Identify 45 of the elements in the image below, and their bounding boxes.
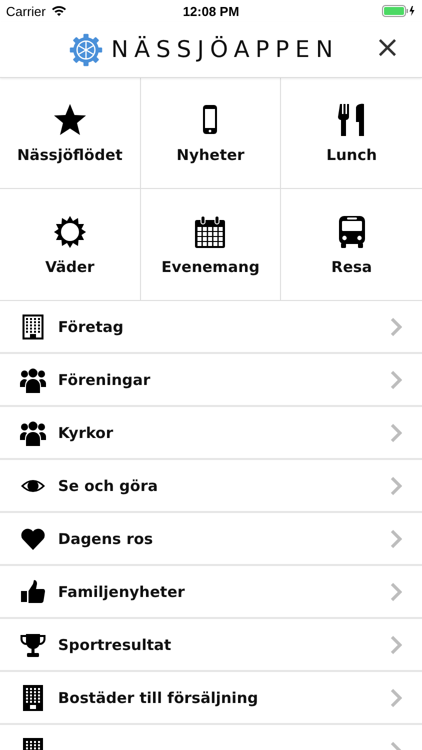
menu-label: Företag [58, 318, 124, 336]
thumbs-up-icon [20, 578, 46, 604]
menu-row[interactable]: Företag [0, 301, 422, 354]
chevron-right-icon [390, 634, 402, 654]
chevron-right-icon [390, 316, 402, 336]
menu-tile[interactable]: Evenemang [140, 189, 282, 300]
menu-label: Sportresultat [58, 636, 172, 654]
menu-label: Föreningar [58, 370, 150, 388]
menu-row[interactable]: Föreningar [0, 354, 422, 407]
sun-icon [52, 214, 88, 250]
menu-label: Dagens ros [58, 530, 153, 548]
chevron-right-icon [390, 582, 402, 602]
menu-row[interactable]: Sportresultat [0, 619, 422, 672]
app-title: NÄSSJÖAPPEN [111, 36, 339, 62]
menu-row[interactable]: Se och göra [0, 460, 422, 513]
chevron-right-icon [390, 476, 402, 496]
menu-tile[interactable]: Lunch [281, 78, 422, 189]
menu-label: Kyrkor [58, 424, 114, 442]
menu-label: Familjenyheter [58, 582, 185, 600]
menu-label: Se och göra [58, 476, 158, 494]
menu-row[interactable]: Kyrkor [0, 407, 422, 460]
wheel-logo-icon [69, 32, 104, 66]
chevron-right-icon [390, 688, 402, 708]
menu-row[interactable]: Bostäder till försäljning [0, 672, 422, 725]
menu-tile[interactable]: Nässjöflödet [0, 78, 141, 189]
chevron-right-icon [390, 422, 402, 442]
carrier-text: Carrier [6, 4, 46, 18]
building-icon [20, 684, 46, 710]
menu-tile[interactable]: Resa [281, 189, 422, 300]
star-icon [52, 102, 88, 138]
wifi-icon [50, 5, 67, 17]
trophy-icon [20, 632, 46, 658]
close-button[interactable]: × [370, 33, 404, 63]
menu-row[interactable]: Familjenyheter [0, 566, 422, 619]
chevron-right-icon [390, 528, 402, 548]
chevron-right-icon [390, 370, 402, 390]
menu-tile[interactable]: Väder [0, 189, 141, 300]
battery-icon [382, 5, 416, 17]
menu-tile[interactable]: Nyheter [140, 78, 282, 189]
people-icon [20, 420, 46, 446]
people-icon [20, 366, 46, 392]
menu-label: Bostäder till försäljning [58, 688, 258, 706]
menu-row[interactable]: Dagens ros [0, 513, 422, 566]
building-icon [20, 314, 46, 340]
status-time: 12:08 PM [182, 4, 240, 18]
